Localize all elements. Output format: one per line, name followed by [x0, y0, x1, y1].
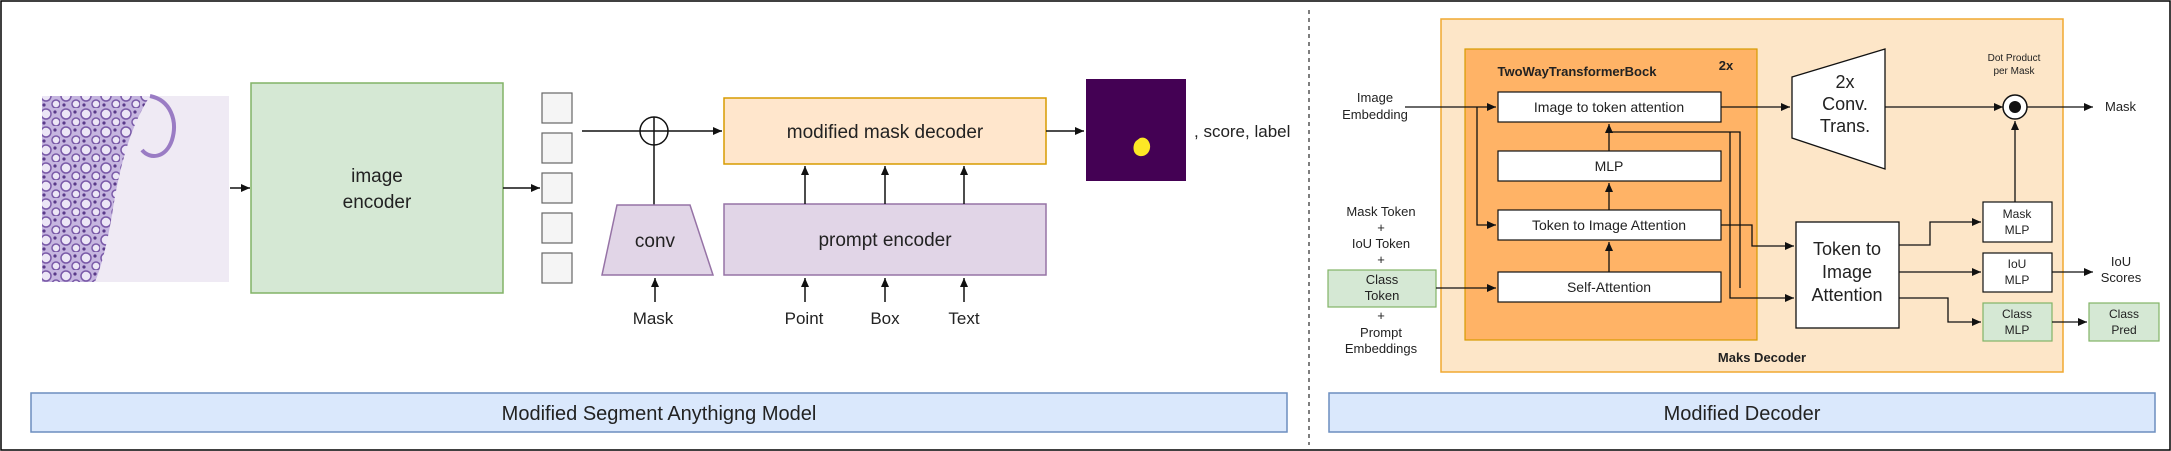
dot-product-label-1: Dot Product	[1988, 53, 2041, 64]
tok-to-img-big-label-1: Token to	[1813, 239, 1881, 259]
self-attention-block: Self-Attention	[1497, 271, 1722, 303]
prompt-encoder: prompt encoder	[723, 203, 1047, 276]
image-encoder: image encoder	[250, 82, 504, 294]
plus-3: +	[1377, 308, 1385, 323]
tok-to-img-big-block: Token to Image Attention	[1795, 221, 1900, 329]
img-to-token-label: Image to token attention	[1534, 99, 1684, 115]
dot-product-node	[2002, 94, 2028, 120]
prompt-encoder-label: prompt encoder	[818, 230, 952, 251]
image-embedding-label-2: Embedding	[1342, 107, 1408, 122]
mask-output-image	[1086, 79, 1186, 181]
tok-to-img-small-block: Token to Image Attention	[1497, 209, 1722, 241]
class-mlp-label-1: Class	[2002, 307, 2032, 321]
right-caption-text: Modified Decoder	[1664, 403, 1821, 425]
class-pred-label-2: Pred	[2111, 323, 2136, 337]
class-pred-label-1: Class	[2109, 307, 2139, 321]
prompt-label: Prompt	[1360, 325, 1402, 340]
mask-token-label: Mask Token	[1346, 204, 1415, 219]
box-input-label: Box	[870, 309, 900, 328]
conv-label: conv	[635, 231, 676, 252]
right-caption: Modified Decoder	[1328, 392, 2156, 433]
point-input-label: Point	[785, 309, 824, 328]
plus-2: +	[1377, 252, 1385, 267]
iou-mlp-label-2: MLP	[2005, 273, 2030, 287]
tok-to-img-big-label-3: Attention	[1811, 285, 1882, 305]
token-stack	[541, 92, 573, 284]
mask-decoder: modified mask decoder	[723, 97, 1047, 165]
iou-token-label: IoU Token	[1352, 236, 1410, 251]
mask-mlp-block: Mask MLP	[1982, 201, 2053, 243]
decoder-label: Maks Decoder	[1718, 350, 1806, 365]
embeddings-label: Embeddings	[1345, 341, 1418, 356]
mask-input-label: Mask	[633, 309, 674, 328]
class-token-label-1: Class	[1366, 272, 1399, 287]
dot-product-label-2: per Mask	[1993, 66, 2035, 77]
image-encoder-label-2: encoder	[343, 192, 412, 213]
iou-scores-label-2: Scores	[2101, 270, 2142, 285]
mlp-label: MLP	[1595, 158, 1624, 174]
iou-mlp-label-1: IoU	[2008, 257, 2027, 271]
mask-mlp-label-2: MLP	[2005, 223, 2030, 237]
tok-to-img-big-label-2: Image	[1822, 262, 1872, 282]
plus-1: +	[1377, 220, 1385, 235]
class-mlp-label-2: MLP	[2005, 323, 2030, 337]
text-input-label: Text	[948, 309, 979, 328]
class-mlp-block: Class MLP	[1982, 302, 2053, 342]
mask-output-label: Mask	[2105, 99, 2137, 114]
self-attention-label: Self-Attention	[1567, 279, 1651, 295]
image-embedding-label-1: Image	[1357, 90, 1393, 105]
output-suffix-label: , score, label	[1194, 122, 1290, 141]
image-encoder-label-1: image	[351, 166, 403, 187]
img-to-token-block: Image to token attention	[1497, 91, 1722, 123]
sum-node	[639, 116, 669, 146]
tissue-image	[42, 94, 229, 282]
left-caption: Modified Segment Anythigng Model	[30, 392, 1288, 433]
two-way-repeat: 2x	[1719, 58, 1734, 73]
tok-to-img-small-label: Token to Image Attention	[1532, 217, 1686, 233]
mask-decoder-label: modified mask decoder	[787, 122, 984, 143]
iou-mlp-block: IoU MLP	[1982, 252, 2053, 293]
class-pred-block: Class Pred	[2088, 302, 2160, 342]
left-caption-text: Modified Segment Anythigng Model	[502, 403, 817, 425]
mlp-block: MLP	[1497, 150, 1722, 182]
architecture-diagram: image encoder conv Mask modified mask de…	[0, 0, 2171, 451]
conv-trans-label-1: 2x	[1835, 72, 1854, 92]
iou-scores-label-1: IoU	[2111, 254, 2131, 269]
class-token-box: Class Token	[1327, 269, 1437, 308]
mask-mlp-label-1: Mask	[2003, 207, 2033, 221]
conv-trans-label-3: Trans.	[1820, 116, 1870, 136]
conv-trans-label-2: Conv.	[1822, 94, 1868, 114]
two-way-title: TwoWayTransformerBock	[1498, 64, 1658, 79]
class-token-label-2: Token	[1365, 288, 1400, 303]
